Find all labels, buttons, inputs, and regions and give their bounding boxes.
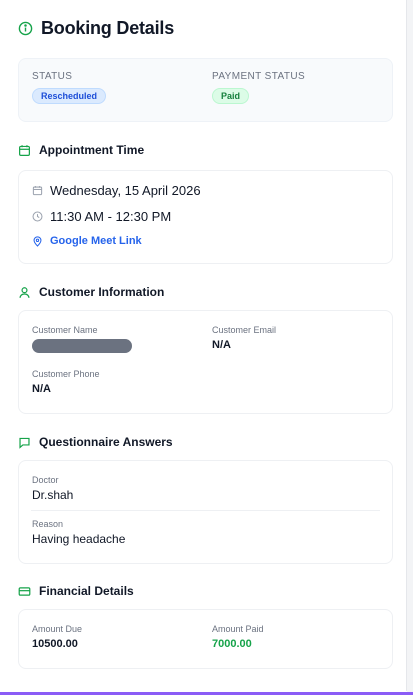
user-icon	[18, 286, 31, 299]
calendar-icon	[18, 144, 31, 157]
clock-icon	[32, 211, 43, 222]
chat-bubble-icon	[18, 436, 31, 449]
amount-due-field: Amount Due 10500.00	[32, 624, 82, 650]
appointment-section-header: Appointment Time	[18, 143, 144, 157]
amount-paid-value: 7000.00	[212, 638, 252, 650]
financial-section-title: Financial Details	[39, 584, 134, 598]
credit-card-icon	[18, 585, 31, 598]
info-icon	[18, 21, 33, 36]
appointment-date: Wednesday, 15 April 2026	[50, 183, 201, 198]
answer-label: Reason	[32, 519, 64, 529]
payment-status-badge: Paid	[212, 88, 250, 104]
financial-card: Amount Due 10500.00 Amount Paid 7000.00	[18, 609, 393, 669]
customer-email-label: Customer Email	[212, 325, 277, 335]
amount-paid-field: Amount Paid 7000.00	[212, 624, 264, 650]
customer-section-title: Customer Information	[39, 285, 165, 299]
appointment-card: Wednesday, 15 April 2026 11:30 AM - 12:3…	[18, 170, 393, 264]
meet-link-row[interactable]: Google Meet Link	[32, 235, 142, 247]
calendar-small-icon	[32, 185, 43, 196]
appointment-section-title: Appointment Time	[39, 143, 145, 157]
amount-paid-label: Amount Paid	[212, 624, 264, 634]
status-badge: Rescheduled	[32, 88, 107, 104]
customer-phone-label: Customer Phone	[32, 369, 100, 379]
appointment-date-row: Wednesday, 15 April 2026	[32, 183, 201, 198]
payment-status-column: PAYMENT STATUS Paid	[212, 71, 305, 104]
financial-section-header: Financial Details	[18, 584, 134, 598]
customer-name-label: Customer Name	[32, 325, 98, 335]
answer-value: Dr.shah	[32, 488, 74, 502]
customer-name-field: Customer Name	[32, 325, 132, 353]
questionnaire-section-header: Questionnaire Answers	[18, 435, 173, 449]
customer-section-header: Customer Information	[18, 285, 164, 299]
questionnaire-card: Doctor Dr.shah Reason Having headache	[18, 460, 393, 564]
answer-divider	[31, 510, 380, 511]
customer-email-field: Customer Email N/A	[212, 325, 276, 351]
status-summary: STATUS Rescheduled PAYMENT STATUS Paid	[18, 58, 393, 122]
redacted-customer-name	[32, 339, 132, 353]
answer-item: Reason Having headache	[32, 519, 125, 546]
answer-value: Having headache	[32, 532, 126, 546]
location-pin-icon	[32, 235, 43, 247]
customer-phone-value: N/A	[32, 383, 51, 395]
scrollbar-track[interactable]	[407, 0, 413, 692]
panel-header: Booking Details	[18, 18, 174, 39]
questionnaire-section-title: Questionnaire Answers	[39, 435, 173, 449]
customer-card: Customer Name Customer Email N/A Custome…	[18, 310, 393, 414]
customer-email-value: N/A	[212, 339, 231, 351]
answer-label: Doctor	[32, 475, 59, 485]
amount-due-value: 10500.00	[32, 638, 78, 650]
status-column: STATUS Rescheduled	[32, 71, 107, 104]
status-label: STATUS	[32, 71, 73, 82]
customer-phone-field: Customer Phone N/A	[32, 369, 100, 395]
amount-due-label: Amount Due	[32, 624, 83, 634]
page-title: Booking Details	[41, 18, 175, 38]
answer-item: Doctor Dr.shah	[32, 475, 73, 502]
payment-status-label: PAYMENT STATUS	[212, 71, 306, 82]
appointment-time: 11:30 AM - 12:30 PM	[50, 209, 172, 224]
appointment-time-row: 11:30 AM - 12:30 PM	[32, 209, 171, 224]
google-meet-link[interactable]: Google Meet Link	[50, 235, 142, 247]
